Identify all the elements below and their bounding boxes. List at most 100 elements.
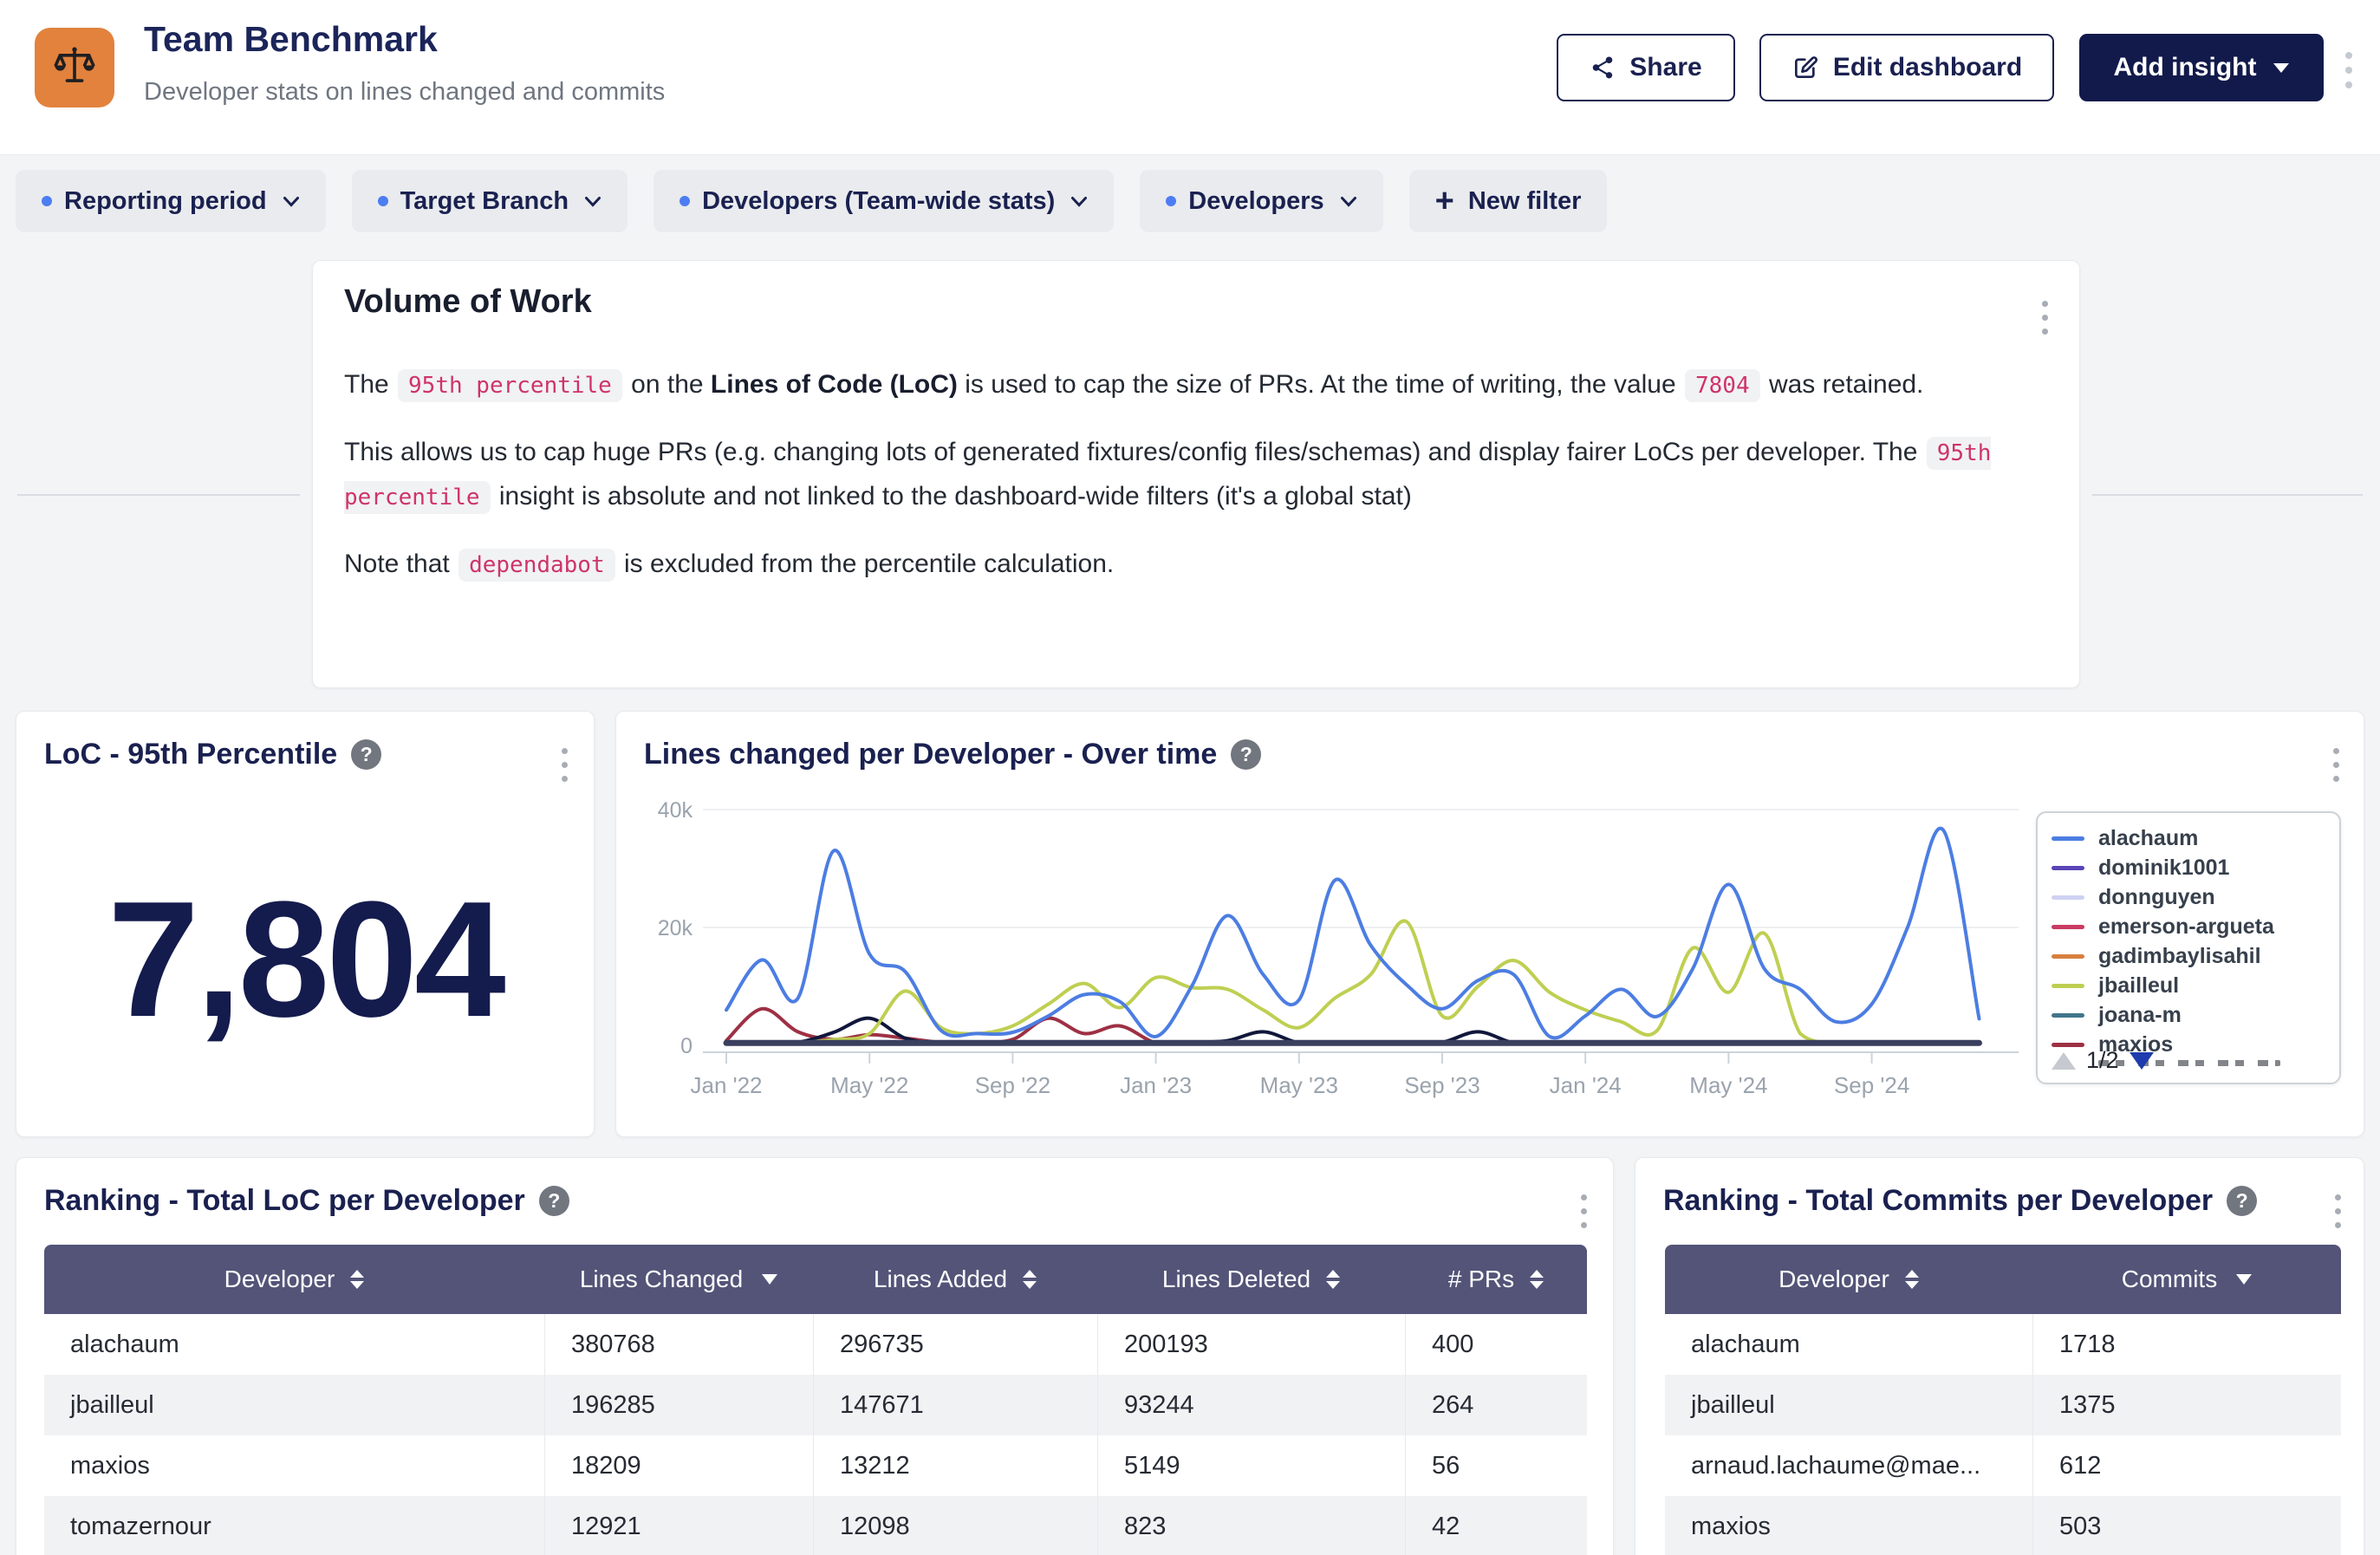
share-button-label: Share	[1629, 53, 1701, 82]
legend-page-indicator: 1/2	[2086, 1047, 2119, 1074]
table-cell: 5149	[1097, 1435, 1405, 1496]
column-header-developer[interactable]: Developer	[44, 1245, 544, 1314]
legend-swatch	[2052, 895, 2084, 900]
svg-text:May '24: May '24	[1689, 1072, 1767, 1098]
table-cell: tomazernour	[44, 1496, 544, 1555]
legend-page-down-icon[interactable]	[2130, 1052, 2154, 1070]
svg-text:20k: 20k	[658, 916, 693, 940]
divider-right	[2092, 494, 2363, 496]
table-cell: 612	[2032, 1435, 2341, 1496]
chevron-down-icon	[1070, 196, 1088, 207]
dashboard-logo	[35, 28, 114, 107]
chevron-down-icon	[584, 196, 602, 207]
column-header-label: Lines Added	[874, 1265, 1007, 1293]
legend-swatch	[2052, 984, 2084, 988]
legend-item-emerson-argueta[interactable]: emerson-argueta	[2052, 912, 2339, 941]
column-header--prs[interactable]: # PRs	[1405, 1245, 1587, 1314]
filter-pill-developers-team-wide-stats-[interactable]: Developers (Team-wide stats)	[654, 170, 1114, 232]
column-header-label: Developer	[1778, 1265, 1889, 1293]
loc-95th-percentile-value: 7,804	[16, 857, 594, 1064]
table-row[interactable]: maxios1820913212514956	[44, 1435, 1587, 1496]
card-kebab-menu-icon[interactable]	[1581, 1194, 1587, 1228]
page-subtitle: Developer stats on lines changed and com…	[144, 78, 665, 107]
filter-pill-reporting-period[interactable]: Reporting period	[16, 170, 326, 232]
legend-item-joana-m[interactable]: joana-m	[2052, 1000, 2339, 1030]
svg-text:0: 0	[680, 1034, 693, 1058]
table-row[interactable]: maxios503	[1665, 1496, 2341, 1555]
column-header-commits[interactable]: Commits	[2032, 1245, 2341, 1314]
column-header-label: Lines Changed	[580, 1265, 743, 1293]
card-kebab-menu-icon[interactable]	[2042, 301, 2048, 335]
table-row[interactable]: alachaum380768296735200193400	[44, 1314, 1587, 1375]
table-row[interactable]: jbailleul1375	[1665, 1375, 2341, 1435]
table-cell: 42	[1405, 1496, 1587, 1555]
legend-label: gadimbaylisahil	[2098, 944, 2261, 969]
svg-text:Sep '24: Sep '24	[1834, 1072, 1909, 1098]
header-bar: Team Benchmark Developer stats on lines …	[0, 0, 2380, 155]
new-filter-button[interactable]: + New filter	[1409, 170, 1608, 232]
legend-item-gadimbaylisahil[interactable]: gadimbaylisahil	[2052, 941, 2339, 971]
legend-item-alachaum[interactable]: alachaum	[2052, 823, 2339, 853]
volume-of-work-body: The 95th percentile on the Lines of Code…	[344, 363, 2046, 610]
paragraph: This allows us to cap huge PRs (e.g. cha…	[344, 431, 2046, 519]
help-icon[interactable]: ?	[351, 739, 381, 770]
filter-dot-icon	[680, 196, 690, 206]
table-cell: 503	[2032, 1496, 2341, 1555]
table-cell: 13212	[813, 1435, 1097, 1496]
code-span: 95th percentile	[398, 369, 622, 402]
legend-swatch	[2052, 836, 2084, 841]
table-cell: 196285	[544, 1375, 813, 1435]
legend-swatch	[2052, 954, 2084, 959]
table-header-row: Developer Lines Changed Lines Added Lines D…	[44, 1245, 1587, 1314]
legend-item-jbailleul[interactable]: jbailleul	[2052, 971, 2339, 1000]
page-title: Team Benchmark	[144, 19, 438, 60]
table-row[interactable]: alachaum1718	[1665, 1314, 2341, 1375]
column-header-lines-changed[interactable]: Lines Changed	[544, 1245, 813, 1314]
paragraph: Note that dependabot is excluded from th…	[344, 543, 2046, 587]
legend-label: donnguyen	[2098, 885, 2215, 910]
card-kebab-menu-icon[interactable]	[562, 748, 568, 782]
legend-label: alachaum	[2098, 826, 2198, 851]
filter-pill-target-branch[interactable]: Target Branch	[352, 170, 628, 232]
help-icon[interactable]: ?	[1231, 739, 1261, 770]
legend-label: joana-m	[2098, 1003, 2182, 1028]
legend-item-donnguyen[interactable]: donnguyen	[2052, 882, 2339, 912]
table-cell: arnaud.lachaume@mae...	[1665, 1435, 2032, 1496]
table-cell: 400	[1405, 1314, 1587, 1375]
column-header-lines-added[interactable]: Lines Added	[813, 1245, 1097, 1314]
edit-dashboard-button[interactable]: Edit dashboard	[1759, 34, 2054, 101]
column-header-label: Developer	[224, 1265, 335, 1293]
table-cell: 296735	[813, 1314, 1097, 1375]
legend-item-dominik1001[interactable]: dominik1001	[2052, 853, 2339, 882]
add-insight-button[interactable]: Add insight	[2079, 34, 2324, 101]
column-header-lines-deleted[interactable]: Lines Deleted	[1097, 1245, 1405, 1314]
filter-dot-icon	[378, 196, 388, 206]
svg-text:May '22: May '22	[830, 1072, 908, 1098]
chevron-down-icon	[1340, 196, 1357, 207]
header-kebab-menu-icon[interactable]	[2345, 52, 2352, 88]
ranking-commits-table: Developer Commitsalachaum1718jbailleul137…	[1665, 1245, 2341, 1555]
legend-page-up-icon[interactable]	[2052, 1052, 2076, 1070]
filter-pill-developers[interactable]: Developers	[1140, 170, 1382, 232]
table-cell: 823	[1097, 1496, 1405, 1555]
share-icon	[1590, 55, 1616, 81]
sort-icon	[1326, 1270, 1340, 1289]
table-cell: jbailleul	[44, 1375, 544, 1435]
table-row[interactable]: jbailleul19628514767193244264	[44, 1375, 1587, 1435]
legend-swatch	[2052, 1043, 2084, 1047]
table-cell: 12921	[544, 1496, 813, 1555]
column-header-developer[interactable]: Developer	[1665, 1245, 2032, 1314]
help-icon[interactable]: ?	[2227, 1186, 2257, 1216]
table-cell: maxios	[44, 1435, 544, 1496]
help-icon[interactable]: ?	[539, 1186, 569, 1216]
card-title: Ranking - Total Commits per Developer	[1663, 1184, 2213, 1218]
filter-pill-label: Developers	[1188, 187, 1323, 216]
table-row[interactable]: tomazernour129211209882342	[44, 1496, 1587, 1555]
text-span: is excluded from the percentile calculat…	[617, 550, 1115, 578]
table-row[interactable]: arnaud.lachaume@mae...612	[1665, 1435, 2341, 1496]
balance-scale-icon	[51, 42, 98, 94]
card-title: Lines changed per Developer - Over time	[644, 738, 1217, 771]
card-kebab-menu-icon[interactable]	[2335, 1194, 2341, 1228]
card-kebab-menu-icon[interactable]	[2333, 748, 2339, 782]
share-button[interactable]: Share	[1557, 34, 1735, 101]
